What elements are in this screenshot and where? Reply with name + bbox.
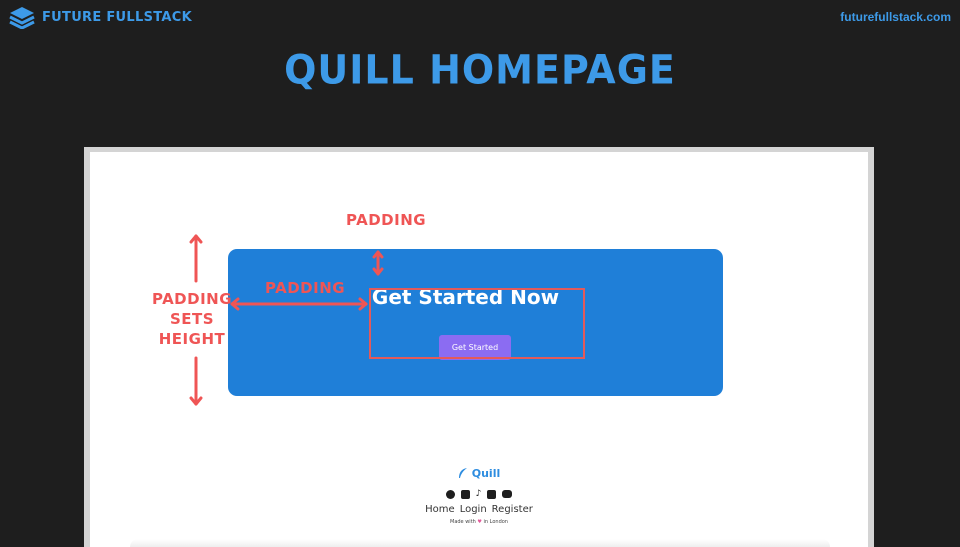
next-section-edge [130,539,830,547]
layers-icon [9,7,35,29]
linkedin-icon[interactable] [487,490,497,499]
footer-link-register[interactable]: Register [492,504,533,515]
arrow-down-head [189,396,203,406]
quill-feather-icon [458,468,467,478]
footer-link-login[interactable]: Login [460,504,487,515]
footer-nav: Home Login Register [90,504,868,515]
made-with-text: Made with ♥ in London [90,519,868,525]
padding-height-line-2: SETS [169,310,215,328]
footer-logo[interactable]: Quill [458,467,501,480]
facebook-icon[interactable] [445,490,455,499]
padding-height-label: PADDING SETS HEIGHT [142,289,242,349]
padding-top-label: PADDING [346,211,427,229]
hero-section: Get Started Now Get Started [228,249,723,396]
made-with-label: Made with [450,519,476,525]
padding-height-line-3: HEIGHT [158,330,226,348]
instagram-icon[interactable] [460,490,470,499]
made-with-location: in London [483,519,508,525]
footer-link-home[interactable]: Home [425,504,455,515]
slide-title: QUILL HOMEPAGE [284,46,676,94]
youtube-icon[interactable] [502,490,513,498]
brand-logo: FUTURE FULLSTACK [8,5,192,29]
browser-screenshot-frame: Get Started Now Get Started PADDING PADD… [84,147,874,547]
content-highlight-box [369,288,585,359]
footer-logo-text: Quill [471,467,501,480]
site-url: futurefullstack.com [840,10,951,24]
social-icons: ♪ [90,490,868,499]
heart-icon: ♥ [477,519,482,525]
site-footer: Quill ♪ Home Login Register Made with ♥ … [90,464,868,525]
tiktok-icon[interactable]: ♪ [476,490,482,499]
brand-name: FUTURE FULLSTACK [42,9,192,25]
arrow-up-head [189,234,203,244]
padding-height-line-1: PADDING [151,290,233,308]
homepage-preview: Get Started Now Get Started PADDING PADD… [90,152,868,547]
padding-left-label: PADDING [265,279,346,297]
